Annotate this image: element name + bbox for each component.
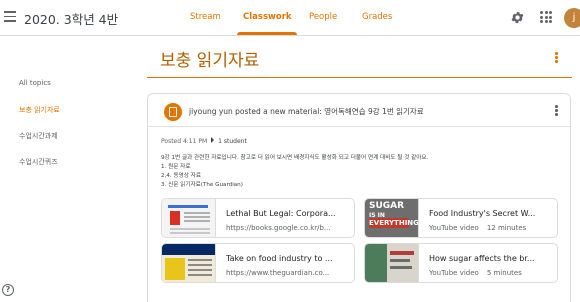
- post-header[interactable]: jiyoung yun posted a new material: 영어독해연…: [189, 106, 424, 117]
- attachment-card-youtube-video[interactable]: How sugar affects the br... YouTube vide…: [364, 243, 558, 283]
- attachment-title: Lethal But Legal: Corpora...: [226, 209, 336, 218]
- apps-grid-icon[interactable]: [540, 11, 552, 23]
- tab-stream[interactable]: Stream: [190, 12, 221, 22]
- description-line: 9강 1번 글과 관련한 자료입니다. 참고로 더 읽어 보시면 배경지식도 활…: [161, 155, 429, 161]
- avatar[interactable]: j: [564, 8, 580, 28]
- sidebar-item-class-quizzes[interactable]: 수업시간퀴즈: [19, 157, 58, 167]
- description-line: 1. 원문 자료: [161, 164, 191, 170]
- attachment-card-book-link[interactable]: Lethal But Legal: Corpora... https://boo…: [161, 198, 355, 238]
- hamburger-menu-icon[interactable]: [4, 11, 16, 23]
- description-line: 3. 신문 읽기자료(The Guardian): [161, 182, 243, 188]
- attachment-title: Food Industry's Secret W...: [429, 209, 536, 218]
- sidebar-item-supplementary-reading[interactable]: 보충 읽기자료: [19, 105, 60, 115]
- attachment-title: How sugar affects the br...: [429, 254, 535, 263]
- active-tab-indicator: [237, 32, 297, 35]
- card-divider: [148, 126, 570, 127]
- play-arrow-icon: [211, 137, 215, 143]
- attachment-url: https://books.google.co.kr/b...: [226, 224, 331, 232]
- tab-grades[interactable]: Grades: [362, 12, 392, 22]
- attachment-thumbnail: [365, 244, 419, 282]
- topic-more-options-icon[interactable]: [555, 52, 559, 64]
- attachment-title: Take on food industry to ...: [226, 254, 333, 263]
- help-icon[interactable]: ?: [2, 284, 14, 296]
- attachment-url: https://www.theguardian.co...: [226, 269, 330, 277]
- attachment-meta: YouTube video 12 minutes: [429, 224, 527, 232]
- attachment-card-guardian-link[interactable]: Take on food industry to ... https://www…: [161, 243, 355, 283]
- material-icon: [164, 103, 182, 121]
- top-app-bar: 2020. 3학년 4반 Stream Classwork People Gra…: [0, 0, 580, 36]
- attachment-meta: YouTube video 5 minutes: [429, 269, 522, 277]
- class-title[interactable]: 2020. 3학년 4반: [24, 9, 118, 28]
- topic-title: 보충 읽기자료: [160, 51, 260, 71]
- post-meta: Posted 4:11 PM 1 student: [161, 137, 247, 145]
- material-card: jiyoung yun posted a new material: 영어독해연…: [147, 93, 571, 302]
- attachment-thumbnail: SUGAR IS IN EVERYTHING: [365, 199, 419, 237]
- sidebar-item-class-assignments[interactable]: 수업시간과제: [19, 131, 58, 141]
- sidebar-item-all-topics[interactable]: All topics: [19, 79, 51, 87]
- attachment-thumbnail: [162, 244, 216, 282]
- attachment-card-youtube-video[interactable]: SUGAR IS IN EVERYTHING Food Industry's S…: [364, 198, 558, 238]
- topic-divider: [147, 77, 572, 78]
- student-count[interactable]: 1 student: [218, 138, 247, 145]
- attachment-thumbnail: [162, 199, 216, 237]
- tab-people[interactable]: People: [309, 12, 337, 22]
- description-line: 2,4. 동영상 자료: [161, 173, 201, 179]
- post-more-options-icon[interactable]: [555, 105, 559, 117]
- tab-classwork[interactable]: Classwork: [243, 12, 292, 22]
- gear-icon[interactable]: [510, 10, 525, 25]
- post-time: Posted 4:11 PM: [161, 138, 208, 145]
